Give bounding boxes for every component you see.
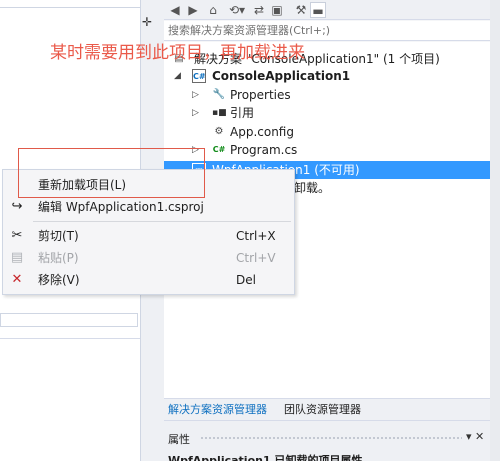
left-pane-divider [0,338,140,339]
properties-title: 属性 [168,433,190,446]
collapsed-icon[interactable]: ▷ [192,104,202,122]
annotation-text: 某时需要用到此项目，再加载进来 [50,43,305,63]
cut-icon: ✂ [11,228,23,243]
tree-item-label: Properties [230,88,291,102]
csharp-project-icon: C# [192,69,206,83]
collapsed-icon[interactable]: ▷ [192,86,202,104]
solution-explorer-toolbar: ◀ ▶ ⌂ ⟲▾ ⇄ ▣ ⚒ ▬ [164,0,500,20]
tree-item-references[interactable]: ▷ ▪■ 引用 [164,104,500,122]
tree-item-program-cs[interactable]: ▷ C# Program.cs [164,141,500,159]
tab-team-explorer[interactable]: 团队资源管理器 [284,402,361,418]
menu-item-shortcut: Ctrl+V [236,251,276,265]
tree-item-label: Program.cs [230,143,298,157]
paste-icon: ▤ [10,250,24,265]
references-icon: ▪■ [212,108,227,118]
menu-item-edit-csproj[interactable]: ↪ 编辑 WpfApplication1.csproj [3,196,294,218]
properties-grip [200,436,462,440]
back-icon[interactable]: ◀ [168,2,182,18]
tree-item-label: App.config [230,125,294,139]
vertical-scrollbar[interactable] [490,0,500,461]
wrench-icon: 🔧 [212,89,226,100]
properties-icon[interactable]: ⚒ [294,2,308,18]
tab-solution-explorer[interactable]: 解决方案资源管理器 [168,402,267,418]
tree-item-label: 引用 [230,106,255,120]
pin-icon[interactable]: ✛ [142,16,154,28]
sync-icon[interactable]: ⇄ [252,2,266,18]
tree-item-app-config[interactable]: ⚙ App.config [164,123,500,141]
menu-item-label: 移除(V) [38,273,80,287]
remove-icon: ✕ [11,272,23,287]
menu-item-label: 剪切(T) [38,229,79,243]
left-pane-field[interactable] [0,313,138,327]
config-icon: ⚙ [214,126,224,137]
menu-item-cut[interactable]: ✂ 剪切(T) Ctrl+X [3,225,294,247]
properties-panel: 属性 ▾ ✕ WpfApplication1 已卸载的项目属性 [164,420,500,461]
edit-icon: ↪ [11,199,23,214]
menu-item-remove[interactable]: ✕ 移除(V) Del [3,269,294,291]
csharp-icon: C# [212,145,226,154]
tree-item-properties[interactable]: ▷ 🔧 Properties [164,86,500,104]
home-icon[interactable]: ⌂ [206,2,220,18]
expanded-icon[interactable]: ◢ [174,67,184,85]
tree-item-project[interactable]: ◢ C# ConsoleApplication1 [164,67,500,85]
properties-subject: WpfApplication1 已卸载的项目属性 [168,454,363,461]
show-all-files-icon[interactable]: ▬ [310,2,326,18]
forward-icon[interactable]: ▶ [186,2,200,18]
collapse-icon[interactable]: ▣ [270,2,284,18]
menu-item-paste: ▤ 粘贴(P) Ctrl+V [3,247,294,269]
menu-item-label: 编辑 WpfApplication1.csproj [38,200,204,214]
history-icon[interactable]: ⟲▾ [226,2,248,18]
menu-separator [33,221,291,222]
solution-explorer-tabs: 解决方案资源管理器 团队资源管理器 [164,398,500,420]
left-pane-header [0,0,140,8]
menu-item-shortcut: Del [236,273,256,287]
menu-item-label: 粘贴(P) [38,251,79,265]
highlight-box [18,148,205,198]
panel-dropdown-icon[interactable]: ▾ ✕ [466,430,484,443]
project-label: ConsoleApplication1 [212,69,351,83]
menu-item-shortcut: Ctrl+X [236,229,276,243]
